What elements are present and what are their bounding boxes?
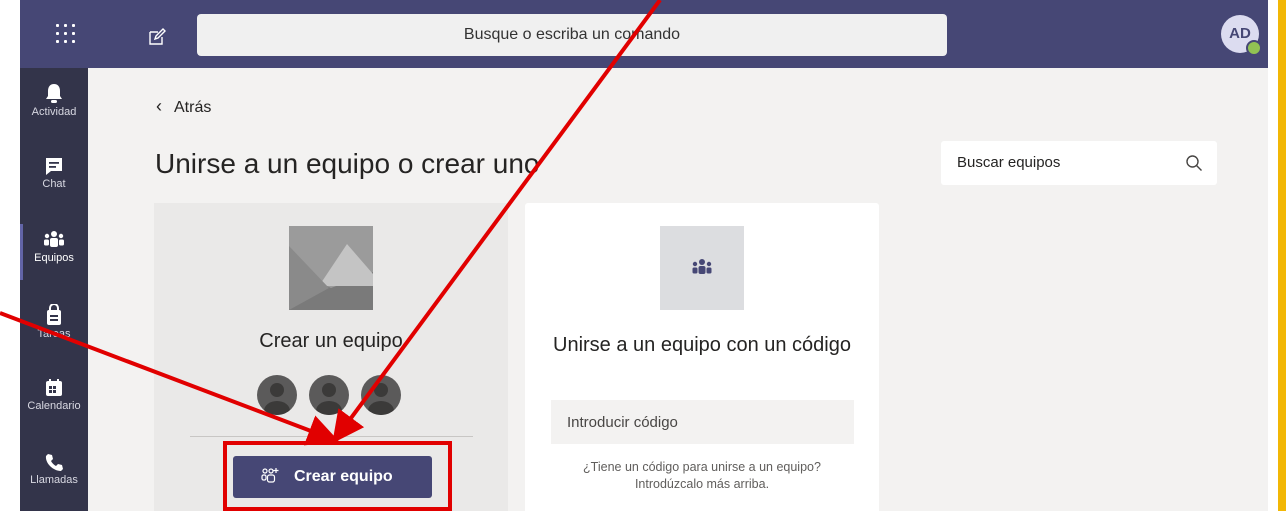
join-with-code-card: Unirse a un equipo con un código ¿Tiene … [525,203,879,511]
command-search-box[interactable]: Busque o escriba un comando [197,14,947,56]
presence-status-icon [1246,40,1262,56]
rail-label-llamadas: Llamadas [30,474,78,486]
rail-item-equipos[interactable]: Equipos [20,216,88,288]
accent-edge [1278,0,1286,511]
compose-icon[interactable] [148,28,166,46]
calendar-icon [46,379,62,396]
team-image-placeholder [289,226,373,310]
join-hint-line-2: Introdúzcalo más arriba. [634,477,770,491]
rail-label-actividad: Actividad [31,106,77,118]
rail-item-actividad[interactable]: Actividad [20,68,88,140]
rail-label-equipos: Equipos [34,252,74,264]
back-link[interactable]: ‹ Atrás [156,96,211,117]
back-label: Atrás [174,99,212,116]
teams-icon [692,259,712,274]
member-avatar-icon [361,375,401,415]
join-hint: ¿Tiene un código para unirse a un equipo… [525,459,879,493]
create-team-title: Crear un equipo [259,330,403,352]
apps-grid-icon[interactable] [56,24,76,44]
app-rail: Actividad Chat Equipos Tareas Calendario… [20,68,88,511]
page-title: Unirse a un equipo o crear uno [155,148,540,179]
join-team-image [660,226,744,310]
chevron-left-icon: ‹ [156,96,162,116]
member-avatar-icon [309,375,349,415]
rail-label-tareas: Tareas [37,328,71,340]
team-code-input[interactable] [551,400,854,444]
phone-icon [45,454,63,471]
join-team-title: Unirse a un equipo con un código [553,334,851,356]
team-search-placeholder: Buscar equipos [957,154,1061,171]
rail-item-llamadas[interactable]: Llamadas [20,438,88,510]
rail-item-tareas[interactable]: Tareas [20,290,88,362]
team-search-box[interactable]: Buscar equipos [941,141,1217,185]
card-divider [190,436,473,437]
bell-icon [46,84,62,103]
chat-icon [46,158,62,175]
rail-item-calendario[interactable]: Calendario [20,364,88,436]
member-avatar-icon [257,375,297,415]
teams-icon [44,231,64,247]
search-icon[interactable] [1185,154,1203,172]
rail-label-chat: Chat [42,178,66,190]
annotation-highlight-box [223,441,452,511]
command-search-placeholder: Busque o escriba un comando [463,26,681,43]
member-avatars [257,375,407,415]
page-margin [0,0,20,511]
join-hint-line-1: ¿Tiene un código para unirse a un equipo… [583,460,821,474]
bag-icon [47,304,61,325]
rail-label-calendario: Calendario [27,400,81,412]
top-bar: Busque o escriba un comando AD [20,0,1268,68]
rail-item-chat[interactable]: Chat [20,142,88,214]
